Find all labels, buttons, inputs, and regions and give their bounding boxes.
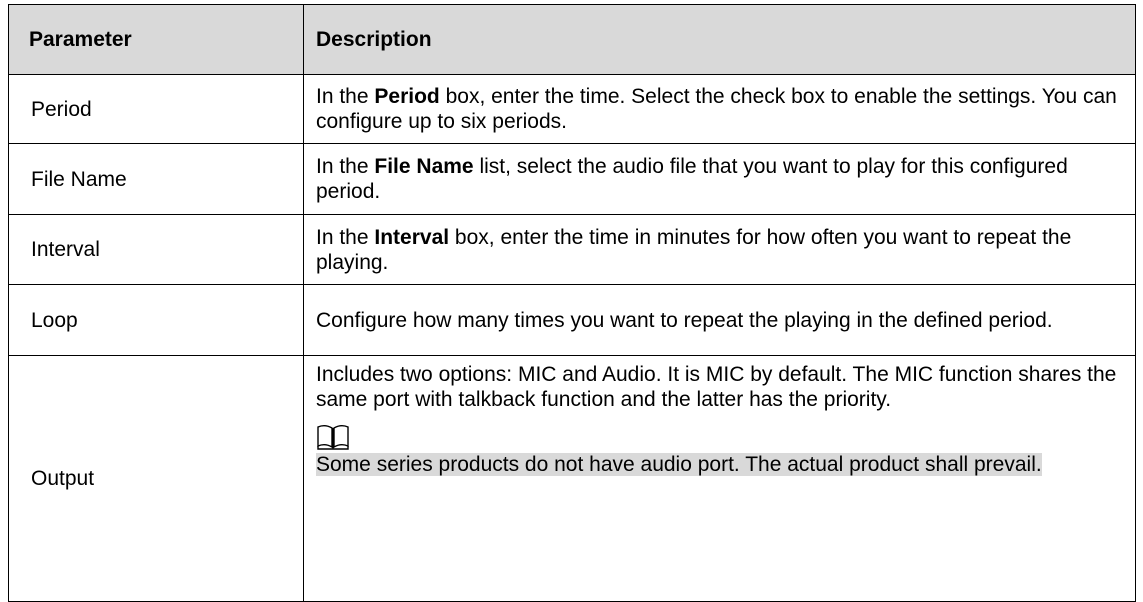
table-row-interval: Interval In the Interval box, enter the … (8, 214, 1136, 285)
description-bold-term: Period (374, 85, 440, 108)
parameter-name: Loop (8, 284, 304, 356)
parameter-description: In the Interval box, enter the time in m… (303, 214, 1136, 285)
table-row-file-name: File Name In the File Name list, select … (8, 143, 1136, 215)
description-column-header: Description (303, 4, 1136, 75)
description-text: In the (316, 155, 375, 178)
parameter-description: Configure how many times you want to rep… (303, 284, 1136, 356)
header-row: Parameter Description (8, 4, 1136, 75)
parameter-name: File Name (8, 143, 304, 215)
parameter-description: Includes two options: MIC and Audio. It … (303, 355, 1136, 602)
parameter-name: Output (8, 355, 304, 602)
description-bold-term: File Name (374, 155, 474, 178)
description-text: In the (316, 225, 375, 249)
description-text: In the (316, 85, 375, 108)
parameter-name: Period (8, 74, 304, 144)
table-row-loop: Loop Configure how many times you want t… (8, 284, 1136, 356)
table-row-output: Output Includes two options: MIC and Aud… (8, 355, 1136, 602)
description-text: Includes two options: MIC and Audio. It … (316, 363, 1117, 411)
parameter-column-header: Parameter (8, 4, 304, 75)
note-text: Some series products do not have audio p… (316, 453, 1042, 476)
parameter-name: Interval (8, 214, 304, 285)
table-row-period: Period In the Period box, enter the time… (8, 74, 1136, 144)
parameter-description: In the Period box, enter the time. Selec… (303, 74, 1136, 144)
parameter-table: Parameter Description Period In the Peri… (8, 4, 1136, 602)
description-bold-term: Interval (374, 225, 450, 249)
parameter-description: In the File Name list, select the audio … (303, 143, 1136, 215)
book-icon (317, 425, 349, 450)
